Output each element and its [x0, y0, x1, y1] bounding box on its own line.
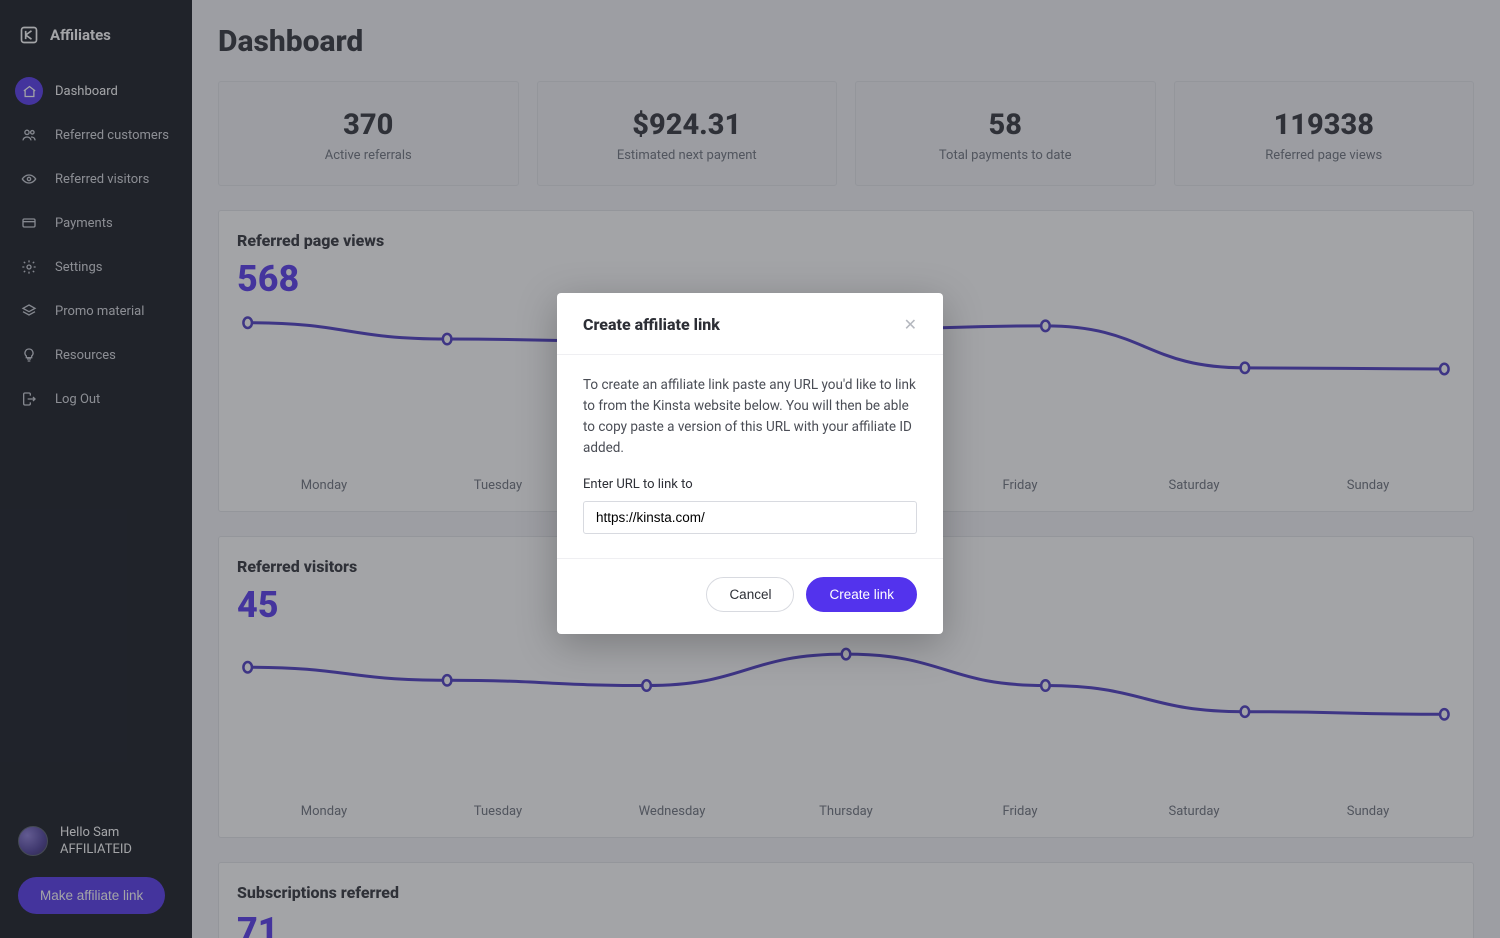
cancel-button[interactable]: Cancel: [706, 577, 794, 612]
modal-create-affiliate-link: Create affiliate link ✕ To create an aff…: [557, 293, 943, 634]
modal-title: Create affiliate link: [583, 315, 720, 334]
modal-body: To create an affiliate link paste any UR…: [557, 355, 943, 558]
modal-footer: Cancel Create link: [557, 558, 943, 634]
create-link-button[interactable]: Create link: [806, 577, 917, 612]
modal-header: Create affiliate link ✕: [557, 293, 943, 355]
affiliate-url-input[interactable]: [583, 501, 917, 534]
modal-description: To create an affiliate link paste any UR…: [583, 375, 917, 459]
close-icon[interactable]: ✕: [904, 317, 917, 333]
modal-input-label: Enter URL to link to: [583, 475, 917, 495]
